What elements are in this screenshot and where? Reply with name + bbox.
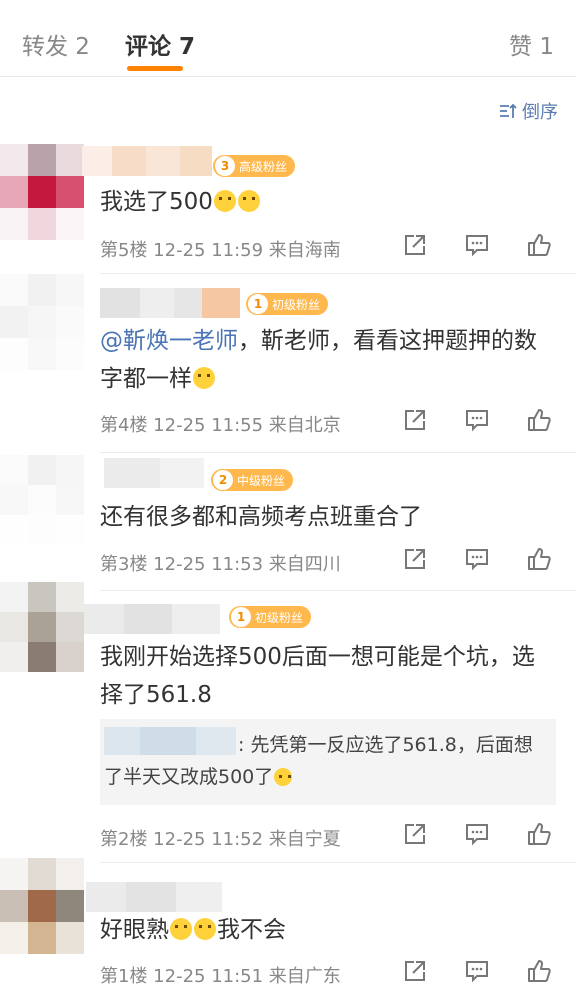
comment-icon[interactable] [464, 407, 490, 433]
like-icon[interactable] [526, 232, 552, 258]
fan-badge: 1 初级粉丝 [229, 606, 312, 628]
share-icon[interactable] [402, 821, 428, 847]
sort-icon [500, 103, 517, 118]
username[interactable] [104, 458, 204, 488]
comment-icon[interactable] [464, 958, 490, 984]
laugh-emoji-icon [274, 768, 293, 786]
comment-meta: 第5楼 12-25 11:59 来自海南 [100, 240, 341, 261]
avatar[interactable] [0, 858, 84, 954]
comment-tabs: 转发 2 评论 7 赞 1 [0, 0, 576, 77]
badge-level: 1 [231, 607, 251, 627]
comment-meta: 第3楼 12-25 11:53 来自四川 [100, 554, 341, 575]
share-icon[interactable] [402, 546, 428, 572]
comment-actions [402, 232, 552, 258]
avatar[interactable] [0, 455, 84, 551]
share-icon[interactable] [402, 958, 428, 984]
comment-actions [402, 958, 552, 984]
crying-emoji-icon [194, 918, 216, 940]
tab-repost[interactable]: 转发 2 [22, 27, 90, 61]
comment-actions [402, 821, 552, 847]
badge-label: 初级粉丝 [255, 610, 304, 625]
comment-icon[interactable] [464, 546, 490, 572]
fan-badge: 1 初级粉丝 [246, 293, 329, 315]
crying-emoji-icon [237, 190, 260, 212]
badge-label: 高级粉丝 [239, 159, 288, 174]
username[interactable] [86, 882, 222, 912]
username[interactable] [84, 604, 220, 634]
comment-meta: 第2楼 12-25 11:52 来自宁夏 [100, 829, 341, 850]
active-tab-indicator [127, 66, 183, 71]
tab-comments[interactable]: 评论 7 [125, 27, 195, 61]
like-icon[interactable] [526, 407, 552, 433]
crying-emoji-icon [213, 190, 236, 212]
badge-level: 2 [213, 470, 233, 490]
username[interactable] [82, 146, 212, 176]
comment-icon[interactable] [464, 821, 490, 847]
quoted-reply[interactable]: : 先凭第一反应选了561.8，后面想了半天又改成500了 [100, 719, 556, 805]
divider [100, 862, 576, 863]
grin-emoji-icon [193, 367, 215, 389]
like-icon[interactable] [526, 546, 552, 572]
reply-text: : 先凭第一反应选了561.8，后面想了半天又改成500了 [104, 734, 533, 788]
comment-actions [402, 546, 552, 572]
comment-text: @靳焕一老师，靳老师，看看这押题押的数字都一样 [100, 328, 537, 392]
divider [100, 273, 576, 274]
like-icon[interactable] [526, 958, 552, 984]
share-icon[interactable] [402, 232, 428, 258]
comment-text: 我刚开始选择500后面一想可能是个坑，选择了561.8 [100, 644, 535, 708]
comment-actions [402, 407, 552, 433]
badge-label: 中级粉丝 [237, 473, 286, 488]
crying-emoji-icon [170, 918, 192, 940]
sort-label: 倒序 [522, 102, 558, 123]
avatar[interactable] [0, 582, 84, 678]
fan-badge: 3 高级粉丝 [213, 155, 296, 177]
comment-text: 好眼熟 我不会 [100, 917, 286, 943]
like-icon[interactable] [526, 821, 552, 847]
share-icon[interactable] [402, 407, 428, 433]
sort-toggle[interactable]: 倒序 [498, 98, 558, 124]
username[interactable] [100, 288, 240, 318]
comment-meta: 第4楼 12-25 11:55 来自北京 [100, 415, 341, 436]
fan-badge: 2 中级粉丝 [211, 469, 294, 491]
comment-icon[interactable] [464, 232, 490, 258]
comment-text: 我选了500 [100, 183, 550, 221]
badge-label: 初级粉丝 [272, 297, 321, 312]
tab-likes[interactable]: 赞 1 [509, 27, 554, 61]
avatar[interactable] [0, 274, 84, 370]
comment-meta: 第1楼 12-25 11:51 来自广东 [100, 966, 341, 987]
divider [100, 590, 576, 591]
badge-level: 3 [215, 156, 235, 176]
avatar[interactable] [0, 144, 84, 240]
mention-link[interactable]: @靳焕一老师 [100, 328, 238, 354]
divider [100, 452, 576, 453]
comment-text: 还有很多都和高频考点班重合了 [100, 504, 422, 530]
badge-level: 1 [248, 294, 268, 314]
